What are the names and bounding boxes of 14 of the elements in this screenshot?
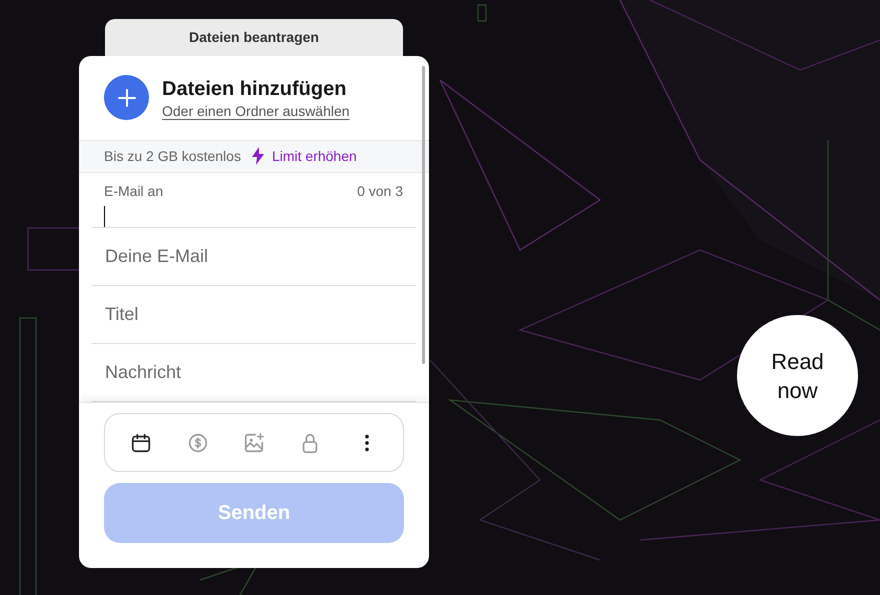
add-files-title: Dateien hinzufügen — [162, 76, 346, 102]
upgrade-link[interactable]: Limit erhöhen — [250, 146, 357, 167]
input-field[interactable]: Deine E-Mail — [92, 242, 416, 272]
plus-icon — [118, 88, 136, 107]
limit-text: Bis zu 2 GB kostenlos — [104, 146, 241, 166]
recipient-label: E-Mail an — [104, 182, 164, 201]
input-field[interactable]: Titel — [92, 300, 416, 330]
folder-link[interactable]: Oder einen Ordner auswählen — [162, 102, 350, 120]
tab[interactable]: Dateien beantragen — [105, 19, 403, 57]
recipient-count: 0 von 3 — [357, 182, 403, 201]
lightning-icon — [250, 147, 265, 166]
text-cursor — [104, 206, 105, 226]
add-button[interactable] — [104, 75, 149, 120]
input-field[interactable]: Nachricht — [92, 358, 416, 388]
